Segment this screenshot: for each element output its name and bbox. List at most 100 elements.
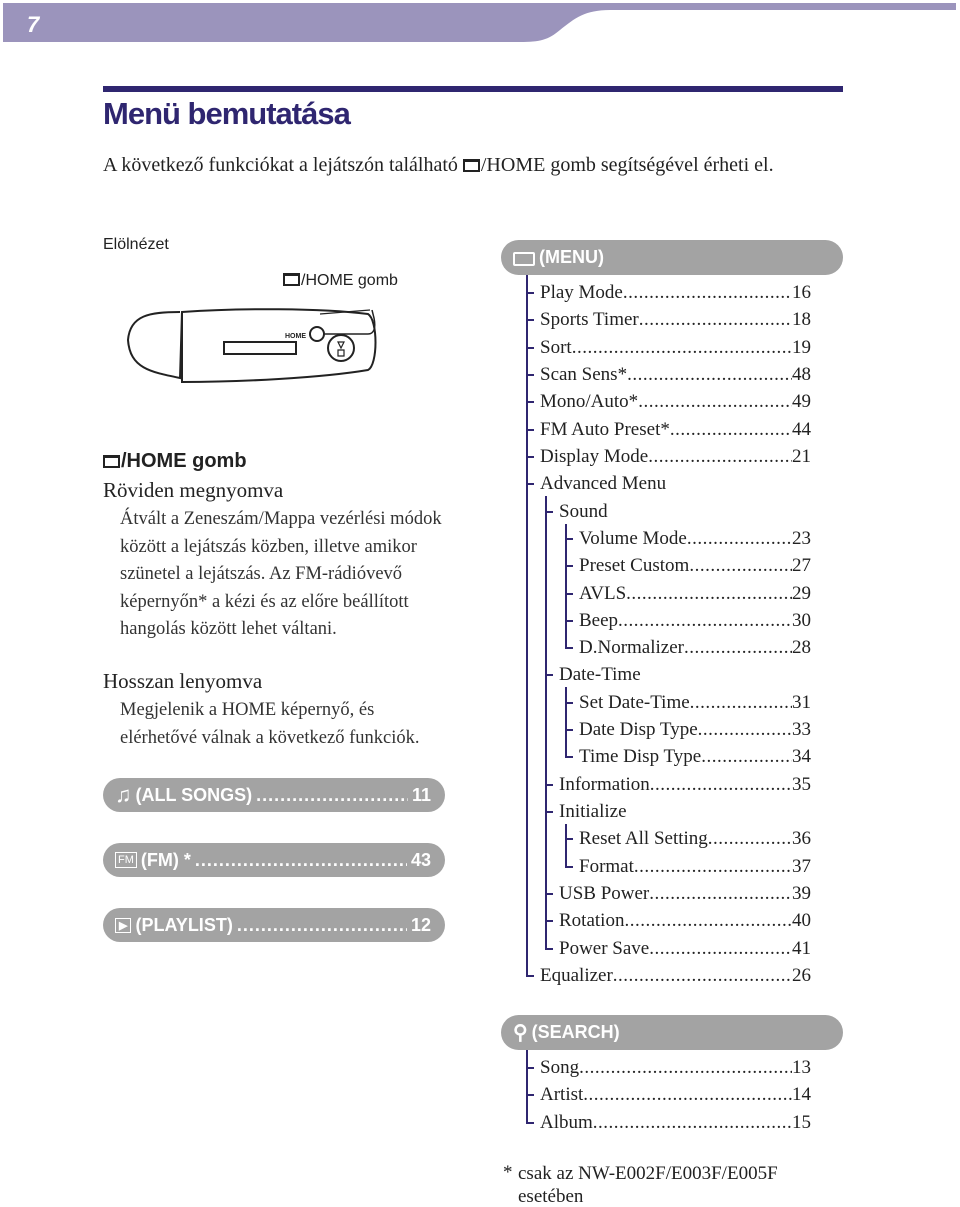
music-note-icon: ♫	[115, 782, 132, 807]
menu-item-label: D.Normalizer	[579, 637, 684, 659]
menu-item[interactable]: Set Date-Time...........................…	[579, 690, 811, 716]
menu-item-page: 34	[792, 746, 811, 768]
menu-item-page: 29	[792, 582, 811, 604]
menu-item[interactable]: Song....................................…	[540, 1055, 811, 1081]
leader: ........................................…	[626, 582, 792, 604]
menu-item[interactable]: Equalizer...............................…	[540, 963, 811, 989]
manual-page: 7 Menü bemutatása A következő funkciókat…	[0, 0, 960, 1207]
menu-item-label: Sports Timer	[540, 309, 639, 331]
leader: ........................................…	[689, 555, 792, 577]
menu-item-page: 33	[792, 719, 811, 741]
menu-item[interactable]: USB Power...............................…	[559, 881, 811, 907]
menu-item-page: 16	[792, 282, 811, 303]
menu-item-page: 21	[792, 445, 811, 467]
menu-item-label: Equalizer	[540, 965, 613, 986]
menu-item-page: 40	[792, 910, 811, 932]
leader: ........................................…	[701, 746, 792, 768]
menu-item-label: Set Date-Time	[579, 691, 690, 713]
menu-item[interactable]: Mono/Auto*..............................…	[540, 389, 811, 415]
tree-line	[565, 687, 567, 759]
menu-item-label: Volume Mode	[579, 527, 687, 549]
tree-line	[526, 1050, 528, 1124]
menu-item[interactable]: Reset All Setting.......................…	[579, 826, 811, 852]
menu-item-label: Format	[579, 855, 634, 877]
menu-item-label: Scan Sens*	[540, 363, 628, 385]
menu-item-page: 35	[792, 773, 811, 795]
menu-item-page: 31	[792, 691, 811, 713]
footnote-mark: *	[503, 1162, 513, 1183]
menu-item[interactable]: Date-Time	[559, 662, 811, 688]
menu-item[interactable]: FM Auto Preset*.........................…	[540, 417, 811, 443]
toolbox-icon	[513, 251, 535, 266]
menu-item[interactable]: Time Disp Type..........................…	[579, 744, 811, 770]
menu-label: (MENU)	[539, 247, 604, 267]
leader: ........................................…	[624, 910, 792, 932]
menu-item[interactable]: Album...................................…	[540, 1110, 811, 1136]
device-illustration: HOME	[126, 308, 377, 384]
folder-icon	[103, 455, 120, 468]
search-label: (SEARCH)	[531, 1022, 620, 1042]
menu-item[interactable]: Information.............................…	[559, 772, 811, 798]
leader: ........................................…	[194, 849, 407, 870]
menu-item[interactable]: Display Mode............................…	[540, 444, 811, 470]
playlist-icon: ▶	[115, 917, 132, 933]
menu-item[interactable]: Play Mode...............................…	[540, 280, 811, 306]
menu-item[interactable]: Scan Sens*..............................…	[540, 362, 811, 388]
leader: ........................................…	[707, 828, 792, 850]
menu-item-page: 48	[792, 363, 811, 385]
menu-item[interactable]: Preset Custom...........................…	[579, 553, 811, 579]
menu-item[interactable]: Date Disp Type..........................…	[579, 717, 811, 743]
menu-item-page: 30	[792, 609, 811, 631]
menu-item[interactable]: Beep....................................…	[579, 608, 811, 634]
menu-item-page: 37	[792, 855, 811, 877]
leader: ........................................…	[633, 855, 792, 877]
leader: ........................................…	[236, 914, 407, 935]
long-press-text: Megjelenik a HOME képernyő, és elérhetőv…	[120, 700, 420, 748]
header-band	[3, 3, 956, 42]
menu-item-label: Reset All Setting	[579, 828, 708, 850]
menu-item-label: FM Auto Preset*	[540, 418, 670, 440]
leader: ........................................…	[622, 282, 792, 303]
pill-playlist[interactable]: ▶ (PLAYLIST)............................…	[103, 908, 445, 942]
intro-text: A következő funkciókat a lejátszón talál…	[103, 152, 823, 179]
leader: ........................................…	[579, 1057, 792, 1078]
menu-item[interactable]: Advanced Menu	[540, 471, 811, 497]
leader: ........................................…	[649, 773, 792, 795]
menu-item-label: AVLS	[579, 582, 627, 604]
menu-header[interactable]: (MENU)	[501, 240, 843, 275]
short-press-text: Átvált a Zeneszám/Mappa vezérlési módok …	[120, 509, 442, 639]
leader: ........................................…	[689, 691, 792, 713]
footnote-text: csak az NW-E002F/E003F/E005F esetében	[518, 1163, 778, 1207]
menu-item[interactable]: Sports Timer............................…	[540, 307, 811, 333]
menu-item[interactable]: Format..................................…	[579, 854, 811, 880]
pill-all-songs[interactable]: ♫ (ALL SONGS)...........................…	[103, 778, 445, 812]
menu-item-label: Artist	[540, 1084, 584, 1106]
search-header[interactable]: ⚲ (SEARCH)	[501, 1015, 843, 1050]
long-press-heading: Hosszan lenyomva	[103, 669, 263, 693]
leader: ........................................…	[697, 719, 792, 741]
menu-item[interactable]: Power Save..............................…	[559, 936, 811, 962]
pill-label: (FM) *	[140, 849, 191, 870]
menu-item-label: Play Mode	[540, 282, 623, 303]
folder-icon	[283, 273, 300, 286]
leader: ........................................…	[638, 309, 792, 331]
menu-item-label: Beep	[579, 609, 619, 631]
leader: ........................................…	[612, 965, 792, 986]
menu-item[interactable]: Sound	[559, 499, 811, 525]
menu-item[interactable]: Artist..................................…	[540, 1082, 811, 1108]
menu-item-page: 26	[792, 965, 811, 986]
menu-item-label: Song	[540, 1057, 580, 1078]
leader: ........................................…	[571, 336, 792, 358]
menu-item-page: 14	[792, 1084, 811, 1106]
menu-item[interactable]: Rotation................................…	[559, 908, 811, 934]
leader: ........................................…	[256, 784, 408, 805]
pill-fm[interactable]: FM (FM) *...............................…	[103, 843, 445, 877]
menu-item[interactable]: Sort....................................…	[540, 335, 811, 361]
menu-item[interactable]: D.Normalizer............................…	[579, 635, 811, 661]
menu-item-label: USB Power	[559, 883, 650, 905]
menu-item[interactable]: AVLS....................................…	[579, 581, 811, 607]
menu-item-label: Time Disp Type	[579, 746, 702, 768]
menu-item[interactable]: Volume Mode.............................…	[579, 526, 811, 552]
menu-item[interactable]: Initialize	[559, 799, 811, 825]
menu-item-page: 44	[792, 418, 811, 440]
